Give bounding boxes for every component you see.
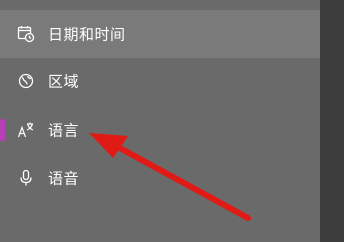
language-icon [17,121,35,139]
microphone-icon [17,169,35,187]
globe-region-icon [17,72,35,90]
window-edge [320,0,344,242]
nav-item-speech[interactable]: 语音 [0,154,320,202]
nav-item-label: 语言 [48,121,80,140]
nav-item-language[interactable]: 语言 [0,106,320,154]
nav-item-label: 区域 [48,72,80,91]
nav-item-region[interactable]: 区域 [0,57,320,105]
nav-item-label: 日期和时间 [48,25,126,44]
selected-indicator [0,119,5,141]
calendar-clock-icon [17,25,35,43]
nav-item-date-time[interactable]: 日期和时间 [0,10,320,58]
nav-item-label: 语音 [48,169,80,188]
